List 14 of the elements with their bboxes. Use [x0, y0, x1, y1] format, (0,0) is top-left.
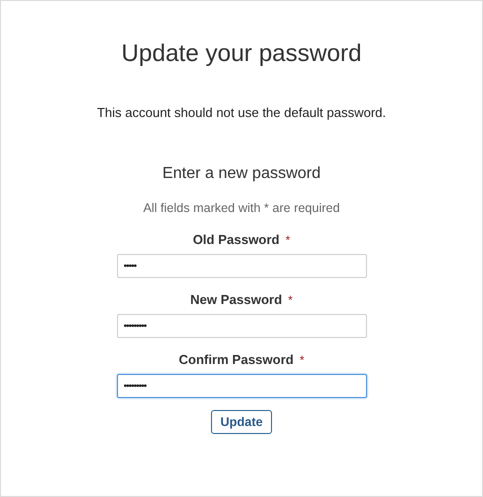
- required-note: All fields marked with * are required: [143, 200, 340, 216]
- notice-text: This account should not use the default password.: [96, 105, 386, 121]
- field-label: New Password: [190, 292, 282, 308]
- page-title: Update your password: [121, 39, 362, 69]
- password-field[interactable]: •••••••••: [116, 374, 366, 398]
- field-label: Confirm Password: [178, 352, 294, 368]
- required-mark: *: [286, 232, 290, 248]
- form-heading: Enter a new password: [162, 164, 321, 184]
- required-mark: *: [288, 292, 293, 308]
- password-field[interactable]: •••••: [116, 254, 366, 278]
- password-field[interactable]: •••••••••: [116, 314, 366, 338]
- required-mark: *: [300, 352, 304, 368]
- field-label: Old Password: [192, 232, 280, 248]
- update-button[interactable]: Update: [211, 410, 272, 434]
